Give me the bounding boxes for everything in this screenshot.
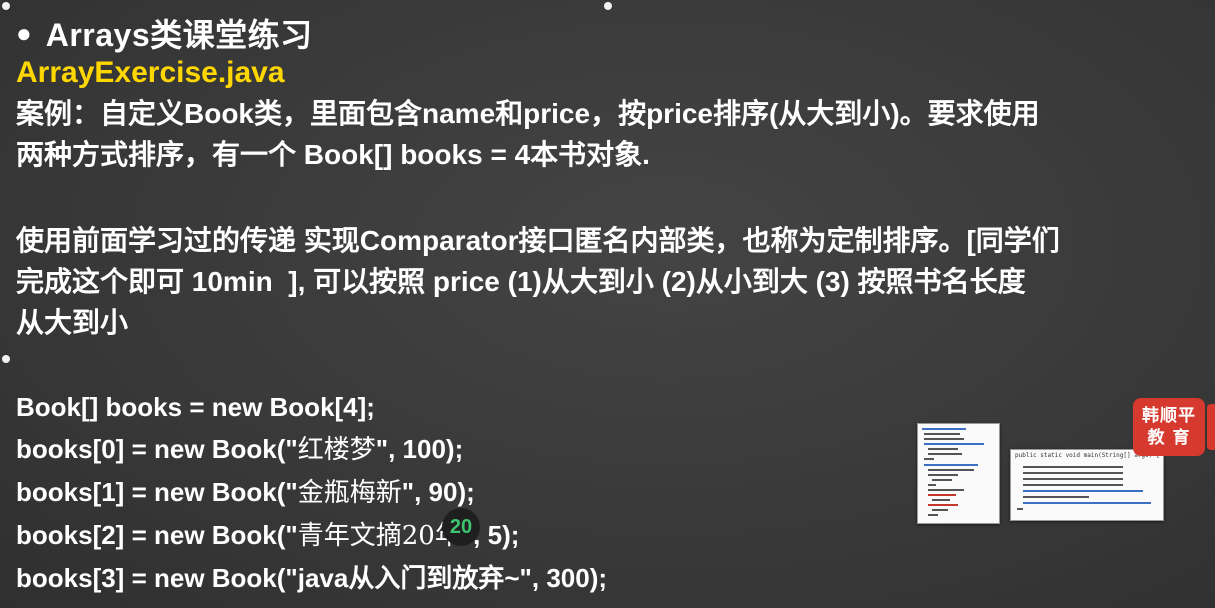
slide-title: Arrays类课堂练习 bbox=[45, 17, 313, 53]
case-line-1: 案例：自定义Book类，里面包含name和price，按price排序(从大到小… bbox=[16, 98, 1040, 129]
code-block: Book[] books = new Book[4]; books[0] = n… bbox=[16, 386, 607, 599]
case-line-2: 两种方式排序，有一个 Book[] books = 4本书对象. bbox=[16, 139, 650, 170]
code-line-book-2: books[2] = new Book("青年文摘20年", 5); bbox=[16, 514, 607, 557]
book-name: 金瓶梅新 bbox=[297, 478, 402, 508]
bullet-icon: ● bbox=[16, 18, 32, 48]
code-line-array-decl: Book[] books = new Book[4]; bbox=[16, 392, 375, 422]
code-prefix: books[2] = new Book(" bbox=[16, 520, 298, 550]
book-name: java从入门到放弃~ bbox=[297, 563, 520, 593]
code-suffix: ", 90); bbox=[401, 477, 475, 507]
task-line-3: 从大到小 bbox=[16, 307, 129, 338]
task-line-2: 完成这个即可 10min ], 可以按照 price (1)从大到小 (2)从小… bbox=[16, 266, 1026, 297]
code-thumbnail-main[interactable]: public static void main(String[] args) { bbox=[1010, 449, 1164, 521]
code-suffix: ", 100); bbox=[375, 434, 464, 464]
code-prefix: books[0] = new Book(" bbox=[16, 434, 298, 464]
book-name: 青年文摘20年 bbox=[297, 521, 461, 551]
code-line-book-0: books[0] = new Book("红楼梦", 100); bbox=[16, 428, 607, 471]
logo-line-2: 教 育 bbox=[1147, 428, 1191, 448]
brand-logo: 韩顺平 教 育 bbox=[1133, 398, 1205, 456]
task-line-1: 使用前面学习过的传递 实现Comparator接口匿名内部类，也称为定制排序。[… bbox=[16, 225, 1060, 256]
timer-value: 20 bbox=[449, 515, 473, 538]
code-prefix: books[1] = new Book(" bbox=[16, 477, 298, 507]
code-thumbnail-book-class[interactable] bbox=[917, 423, 1000, 524]
code-line-book-3: books[3] = new Book("java从入门到放弃~", 300); bbox=[16, 557, 607, 599]
code-line-book-1: books[1] = new Book("金瓶梅新", 90); bbox=[16, 471, 607, 514]
timer-badge: 20 bbox=[442, 508, 480, 546]
logo-edge-tab bbox=[1207, 404, 1215, 450]
book-name: 红楼梦 bbox=[297, 435, 376, 465]
slide-title-row: ● Arrays类课堂练习 bbox=[16, 10, 313, 56]
resize-handle-middle-left[interactable] bbox=[2, 355, 10, 363]
code-suffix: ", 300); bbox=[519, 563, 608, 593]
resize-handle-top-left[interactable] bbox=[2, 2, 10, 10]
logo-line-1: 韩顺平 bbox=[1142, 406, 1196, 426]
code-prefix: books[3] = new Book(" bbox=[16, 563, 298, 593]
filename: ArrayExercise.java bbox=[16, 56, 285, 89]
resize-handle-top-center[interactable] bbox=[604, 2, 612, 10]
